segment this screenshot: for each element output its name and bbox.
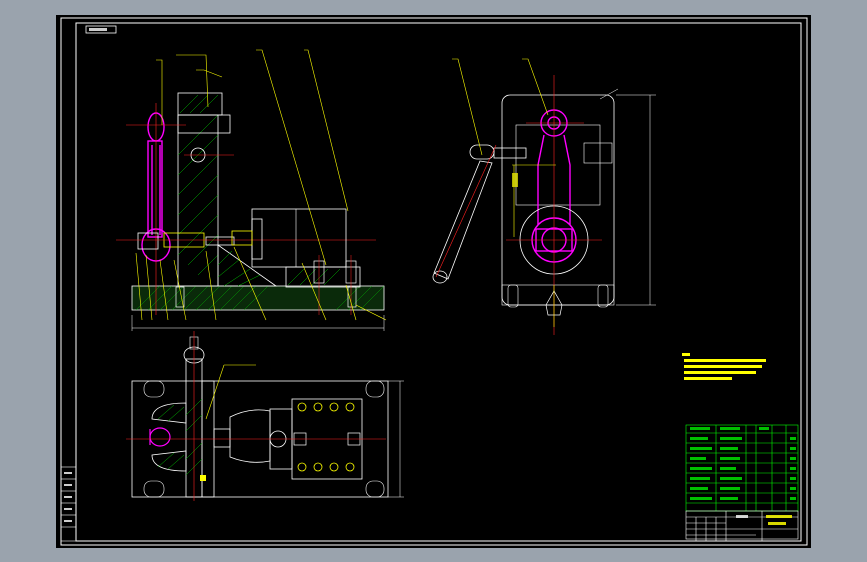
- front-view: [116, 49, 387, 331]
- base-plate: [131, 285, 385, 311]
- cad-canvas[interactable]: [56, 15, 811, 548]
- lever-handle: [432, 144, 527, 284]
- revision-strip: [60, 466, 77, 542]
- top-clamp-block: [177, 92, 223, 116]
- air-cylinder: [251, 208, 347, 268]
- side-view: [432, 58, 656, 335]
- gusset: [217, 244, 278, 287]
- top-view: [126, 331, 404, 501]
- assembly-drawing: [60, 17, 808, 546]
- technical-notes: [682, 353, 766, 380]
- outer-border: [60, 17, 808, 546]
